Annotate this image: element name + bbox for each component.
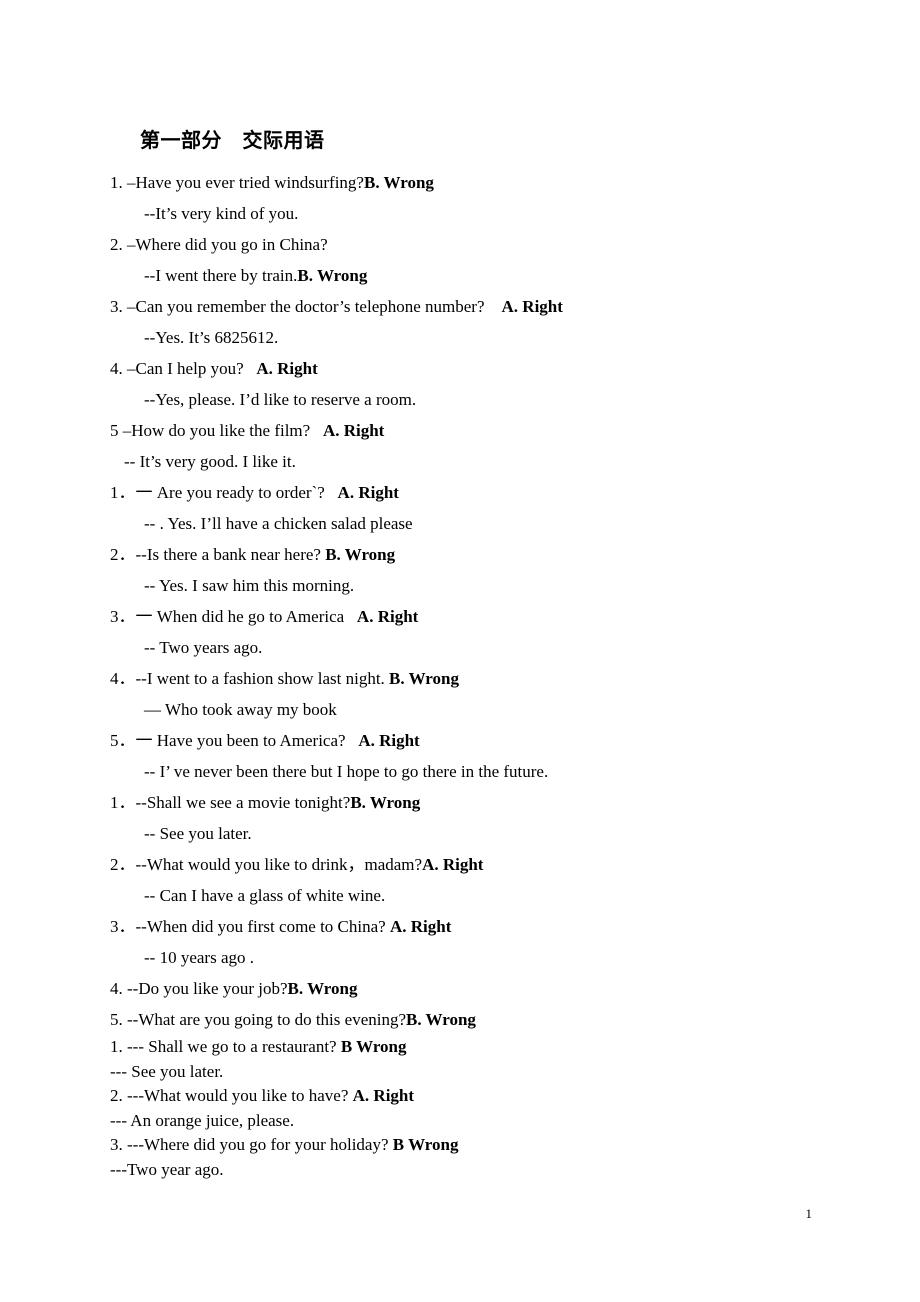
question-line: 3. –Can you remember the doctor’s teleph…	[110, 291, 850, 322]
answer-key: A. Right	[337, 483, 399, 502]
question-line: 3．一 When did he go to America A. Right	[110, 601, 850, 632]
question-line: 5．一 Have you been to America? A. Right	[110, 725, 850, 756]
answer-key: B Wrong	[340, 1037, 407, 1056]
document-body: 第一部分 交际用语 1. –Have you ever tried windsu…	[110, 128, 850, 1182]
question-line: 2．--What would you like to drink，madam?A…	[110, 849, 850, 880]
line-text: 2. ---What would you like to have?	[110, 1086, 353, 1105]
answer-line: --I went there by train.B. Wrong	[110, 260, 850, 291]
line-text: -- . Yes. I’ll have a chicken salad plea…	[144, 514, 413, 533]
line-text: -- Two years ago.	[144, 638, 263, 657]
line-text: --It’s very kind of you.	[144, 204, 299, 223]
line-text: 3．--When did you first come to China?	[110, 917, 390, 936]
line-text: 4. --Do you like your job?	[110, 979, 288, 998]
answer-key: A. Right	[356, 607, 419, 626]
line-text: 5 –How do you like the film?	[110, 421, 323, 440]
line-text: 2. –Where did you go in China?	[110, 235, 328, 254]
answer-line: ---Two year ago.	[110, 1158, 850, 1183]
line-text: 1．--Shall we see a movie tonight?	[110, 793, 351, 812]
qa-group: 1．--Shall we see a movie tonight?B. Wron…	[110, 787, 850, 1035]
qa-group: 1. --- Shall we go to a restaurant? B Wr…	[110, 1035, 850, 1182]
answer-line: -- It’s very good. I like it.	[110, 446, 850, 477]
answer-line: --Yes, please. I’d like to reserve a roo…	[110, 384, 850, 415]
qa-group: 1. –Have you ever tried windsurfing?B. W…	[110, 167, 850, 477]
question-line: 3．--When did you first come to China? A.…	[110, 911, 850, 942]
line-text: -- Can I have a glass of white wine.	[144, 886, 386, 905]
answer-key: B. Wrong	[325, 545, 396, 564]
line-text: -- It’s very good. I like it.	[124, 452, 296, 471]
line-text: --Yes. It’s 6825612.	[144, 328, 279, 347]
page-title: 第一部分 交际用语	[140, 128, 325, 152]
answer-line: -- . Yes. I’ll have a chicken salad plea…	[110, 508, 850, 539]
answer-key: A. Right	[358, 731, 420, 750]
question-line: 2．--Is there a bank near here? B. Wrong	[110, 539, 850, 570]
line-text: --Yes, please. I’d like to reserve a roo…	[144, 390, 417, 409]
answer-key: A. Right	[352, 1086, 415, 1105]
line-text: 3．一 When did he go to America	[110, 607, 357, 626]
answer-line: --Yes. It’s 6825612.	[110, 322, 850, 353]
question-line: 4. --Do you like your job?B. Wrong	[110, 973, 850, 1004]
answer-key: B. Wrong	[389, 669, 459, 688]
answer-line: --- See you later.	[110, 1060, 850, 1085]
answer-line: -- Can I have a glass of white wine.	[110, 880, 850, 911]
answer-line: --- An orange juice, please.	[110, 1109, 850, 1134]
line-text: --- An orange juice, please.	[110, 1110, 295, 1130]
question-line: 5 –How do you like the film? A. Right	[110, 415, 850, 446]
question-line: 1. –Have you ever tried windsurfing?B. W…	[110, 167, 850, 198]
answer-line: -- 10 years ago .	[110, 942, 850, 973]
line-text: 2．--What would you like to drink，madam?	[110, 855, 423, 874]
document-page: 第一部分 交际用语 1. –Have you ever tried windsu…	[0, 0, 920, 1302]
line-text: 1．一 Are you ready to order`?	[110, 483, 338, 502]
line-text: 4．--I went to a fashion show last night.	[110, 669, 390, 688]
question-line: 5. --What are you going to do this eveni…	[110, 1004, 850, 1035]
answer-line: — Who took away my book	[110, 694, 850, 725]
answer-key: B. Wrong	[287, 979, 358, 998]
answer-key: A. Right	[501, 297, 563, 316]
question-line: 4. –Can I help you? A. Right	[110, 353, 850, 384]
qa-group: 1．一 Are you ready to order`? A. Right -- …	[110, 477, 850, 787]
line-text: 5. --What are you going to do this eveni…	[110, 1010, 407, 1029]
answer-key: A. Right	[422, 855, 484, 874]
answer-line: -- See you later.	[110, 818, 850, 849]
answer-line: -- Two years ago.	[110, 632, 850, 663]
line-text: 5．一 Have you been to America?	[110, 731, 359, 750]
answer-line: --It’s very kind of you.	[110, 198, 850, 229]
line-text: --I went there by train.	[144, 266, 298, 285]
line-text: 1. –Have you ever tried windsurfing?	[110, 173, 364, 192]
line-text: 1. --- Shall we go to a restaurant?	[110, 1037, 341, 1056]
line-text: 4. –Can I help you?	[110, 359, 257, 378]
line-text: 2．--Is there a bank near here?	[110, 545, 326, 564]
question-line: 1．一 Are you ready to order`? A. Right	[110, 477, 850, 508]
question-line: 4．--I went to a fashion show last night.…	[110, 663, 850, 694]
answer-key: B. Wrong	[363, 173, 434, 192]
answer-key: A. Right	[256, 359, 318, 378]
answer-line: -- I’ ve never been there but I hope to …	[110, 756, 850, 787]
line-text: ---Two year ago.	[110, 1159, 224, 1179]
line-text: -- I’ ve never been there but I hope to …	[144, 762, 549, 781]
line-text: -- 10 years ago .	[144, 948, 254, 967]
answer-line: -- Yes. I saw him this morning.	[110, 570, 850, 601]
line-text: --- See you later.	[110, 1061, 224, 1081]
answer-key: A. Right	[322, 421, 385, 440]
line-text: — Who took away my book	[144, 700, 337, 719]
line-text: -- Yes. I saw him this morning.	[144, 576, 355, 595]
page-number: 1	[805, 1206, 813, 1221]
answer-key: A. Right	[389, 917, 452, 936]
question-line: 1. --- Shall we go to a restaurant? B Wr…	[110, 1035, 850, 1060]
line-text: 3. –Can you remember the doctor’s teleph…	[110, 297, 502, 316]
answer-key: B Wrong	[392, 1135, 459, 1154]
question-line: 1．--Shall we see a movie tonight?B. Wron…	[110, 787, 850, 818]
answer-key: B. Wrong	[350, 793, 421, 812]
line-text: -- See you later.	[144, 824, 252, 843]
line-text: 3. ---Where did you go for your holiday?	[110, 1135, 393, 1154]
answer-key: B. Wrong	[297, 266, 368, 285]
question-line: 2. ---What would you like to have? A. Ri…	[110, 1084, 850, 1109]
answer-key: B. Wrong	[406, 1010, 476, 1029]
question-line: 2. –Where did you go in China?	[110, 229, 850, 260]
question-groups: 1. –Have you ever tried windsurfing?B. W…	[110, 167, 850, 1182]
question-line: 3. ---Where did you go for your holiday?…	[110, 1133, 850, 1158]
